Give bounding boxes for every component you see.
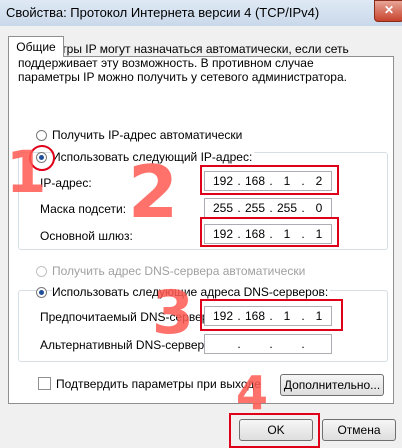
octet-dot: . (269, 201, 273, 215)
annotation-step-4: 4 (236, 366, 269, 420)
validate-checkbox[interactable] (38, 377, 51, 390)
close-icon: ✕ (383, 3, 395, 17)
annotation-step-3: 3 (152, 278, 194, 348)
subnet-mask-field[interactable]: 255 . 255 . 255 . 0 (204, 198, 332, 218)
mask-octet: 255 (244, 201, 266, 215)
advanced-button[interactable]: Дополнительно... (280, 374, 384, 396)
validate-checkbox-label: Подтвердить параметры при выходе (56, 377, 261, 391)
octet-dot: . (301, 337, 305, 351)
alternate-dns-field[interactable]: . . . (204, 334, 332, 354)
dns-auto-label: Получить адрес DNS-сервера автоматически (52, 264, 306, 278)
gateway-label: Основной шлюз: (40, 229, 133, 243)
window-title: Свойства: Протокол Интернета версии 4 (T… (6, 5, 320, 20)
mask-octet: 255 (276, 201, 298, 215)
cancel-button[interactable]: Отмена (322, 419, 396, 441)
subnet-mask-label: Маска подсети: (40, 202, 127, 216)
description-text: Параметры IP могут назначаться автоматич… (18, 42, 349, 84)
annotation-step-2: 2 (128, 150, 179, 234)
dns-manual-radio[interactable] (36, 287, 47, 298)
annotation-step-1: 1 (6, 138, 47, 206)
annotation-box-ip (200, 165, 339, 195)
annotation-box-gateway (200, 217, 339, 247)
tab-general[interactable]: Общие (8, 36, 64, 57)
title-bar: Свойства: Протокол Интернета версии 4 (T… (0, 0, 402, 26)
dns-auto-radio[interactable] (36, 266, 47, 277)
mask-octet: 0 (315, 201, 323, 215)
octet-dot: . (269, 337, 273, 351)
ip-address-label: IP-адрес: (40, 176, 92, 190)
ip-auto-label: Получить IP-адрес автоматически (52, 128, 243, 142)
mask-octet: 255 (212, 201, 234, 215)
octet-dot: . (301, 201, 305, 215)
octet-dot: . (237, 201, 241, 215)
octet-dot: . (237, 337, 241, 351)
close-button[interactable]: ✕ (374, 0, 402, 22)
annotation-box-dns (200, 299, 343, 331)
